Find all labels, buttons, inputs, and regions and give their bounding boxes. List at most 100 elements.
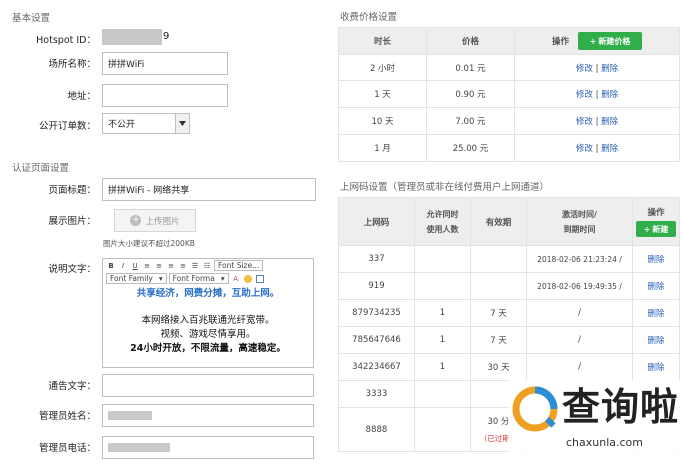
plus-icon: +	[589, 36, 597, 46]
delete-link[interactable]: 删除	[647, 336, 664, 346]
pricing-action-cell: 修改 | 删除	[514, 134, 680, 162]
public-orders-label: 公开订单数：	[38, 121, 96, 132]
public-orders-value: 不公开	[108, 120, 136, 130]
admin-phone-redacted	[108, 443, 170, 452]
pricing-action-cell: 修改 | 删除	[514, 107, 680, 135]
users-cell: 1	[414, 353, 471, 381]
address-input[interactable]	[102, 84, 228, 107]
pricing-header-price: 价格	[426, 27, 515, 55]
code-cell: 3333	[338, 380, 415, 408]
new-price-label: 新建价格	[598, 36, 631, 46]
pricing-header-row: 时长 价格 操作 + 新建价格	[338, 27, 680, 55]
align-right-icon[interactable]: ≡	[166, 261, 176, 271]
action-separator: |	[595, 63, 599, 74]
users-cell: 1	[414, 299, 471, 327]
table-row: 1 天 0.90 元 修改 | 删除	[338, 80, 680, 108]
action-separator: |	[595, 90, 599, 100]
code-cell: 337	[338, 245, 415, 273]
text-color-icon[interactable]: A	[231, 274, 241, 284]
font-format-label: Font Forma	[172, 274, 215, 283]
codes-header-row: 上网码 允许同时 使用人数 有效期 激活时间/ 到期时间 操作 + 新建	[338, 197, 680, 246]
edit-link[interactable]: 修改	[576, 64, 593, 74]
codes-header-code: 上网码	[338, 197, 415, 246]
table-row: 919 2018-02-06 19:49:35 / 删除	[338, 272, 680, 300]
public-orders-select[interactable]: 不公开	[102, 113, 190, 134]
align-center-icon[interactable]: ≡	[154, 261, 164, 271]
basic-settings-title: 基本设置	[12, 13, 51, 24]
emoticon-icon[interactable]	[243, 274, 253, 284]
delete-link[interactable]: 删除	[647, 282, 664, 292]
font-size-dropdown[interactable]: Font Size...	[214, 260, 264, 271]
access-code-settings-title: 上网码设置（管理员或非在线付费用户上网通道）	[340, 182, 550, 193]
bullet-list-icon[interactable]: ☰	[190, 261, 200, 271]
pricing-price-cell: 7.00 元	[426, 107, 515, 135]
codes-header-action-label: 操作	[647, 208, 665, 218]
page-title-input[interactable]: 拼拼WiFi - 网络共享	[102, 178, 316, 201]
watermark-brand: 查询啦	[562, 385, 680, 429]
validity-cell	[470, 272, 527, 300]
admin-phone-input[interactable]	[102, 436, 314, 459]
code-cell: 785647646	[338, 326, 415, 354]
pricing-action-cell: 修改 | 删除	[514, 80, 680, 108]
validity-cell: 7 天	[470, 326, 527, 354]
chevron-down-icon[interactable]	[175, 114, 189, 133]
editor-content[interactable]: 共享经济，网费分摊，互助上网。 本网络接入百兆联通光纤宽带。 视频、游戏尽情享用…	[103, 285, 313, 356]
users-cell: 1	[414, 326, 471, 354]
font-format-dropdown[interactable]: Font Forma ▾	[168, 273, 229, 284]
image-size-hint: 图片大小建议不超过200KB	[103, 239, 195, 248]
magnifier-logo-icon	[512, 386, 558, 432]
delete-link[interactable]: 删除	[601, 117, 618, 127]
edit-link[interactable]: 修改	[576, 90, 593, 100]
users-cell	[414, 272, 471, 300]
code-action-cell: 删除	[632, 299, 680, 327]
numbered-list-icon[interactable]: ☷	[202, 261, 212, 271]
new-code-button[interactable]: + 新建	[636, 221, 676, 237]
action-separator: |	[595, 117, 599, 127]
editor-toolbar-row-1: B I U ≡ ≡ ≡ ≡ ☰ ☷ Font Size...	[103, 259, 313, 272]
edit-link[interactable]: 修改	[576, 144, 593, 154]
venue-name-input[interactable]: 拼拼WiFi	[102, 52, 228, 75]
rich-text-editor[interactable]: B I U ≡ ≡ ≡ ≡ ☰ ☷ Font Size... Font Fami…	[102, 258, 314, 368]
address-label: 地址：	[67, 91, 96, 102]
upload-image-button[interactable]: + 上传图片	[114, 209, 196, 232]
codes-header-action: 操作 + 新建	[632, 197, 680, 246]
pricing-price-cell: 0.90 元	[426, 80, 515, 108]
code-cell: 879734235	[338, 299, 415, 327]
delete-link[interactable]: 删除	[601, 64, 618, 74]
underline-icon[interactable]: U	[130, 261, 140, 271]
delete-link[interactable]: 删除	[601, 144, 618, 154]
new-price-button[interactable]: + 新建价格	[577, 32, 642, 50]
font-family-dropdown[interactable]: Font Family ▾	[106, 273, 167, 284]
source-code-icon[interactable]	[255, 274, 265, 284]
editor-line-1: 共享经济，网费分摊，互助上网。	[136, 288, 280, 299]
codes-header-concurrent: 允许同时 使用人数	[414, 197, 471, 246]
time-cell: /	[526, 353, 633, 381]
hotspot-id-redacted	[102, 29, 162, 45]
align-justify-icon[interactable]: ≡	[178, 261, 188, 271]
watermark-logo: 查询啦 chaxunla.com	[508, 380, 680, 464]
code-action-cell: 删除	[632, 272, 680, 300]
chevron-down-icon: ▾	[158, 274, 163, 283]
italic-icon[interactable]: I	[118, 261, 128, 271]
pricing-price-cell: 0.01 元	[426, 54, 515, 81]
page-title-label: 页面标题：	[48, 185, 96, 196]
admin-name-input[interactable]	[102, 404, 314, 427]
hotspot-id-label: Hotspot ID：	[36, 35, 96, 46]
delete-link[interactable]: 删除	[647, 255, 664, 265]
codes-header-time-line1: 激活时间/	[562, 209, 597, 219]
delete-link[interactable]: 删除	[601, 90, 618, 100]
code-action-cell: 删除	[632, 326, 680, 354]
align-left-icon[interactable]: ≡	[142, 261, 152, 271]
pricing-table: 时长 价格 操作 + 新建价格 2 小时 0.01 元 修改 | 删除 1 天 …	[338, 27, 680, 162]
table-row: 337 2018-02-06 21:23:24 / 删除	[338, 245, 680, 273]
notice-text-input[interactable]	[102, 374, 314, 397]
editor-line-3: 视频、游戏尽情享用。	[160, 329, 256, 340]
users-cell	[414, 380, 471, 408]
time-cell: 2018-02-06 19:49:35 /	[526, 272, 633, 300]
editor-line-4: 24小时开放，不限流量，高速稳定。	[130, 343, 286, 354]
edit-link[interactable]: 修改	[576, 117, 593, 127]
delete-link[interactable]: 删除	[647, 309, 664, 319]
delete-link[interactable]: 删除	[647, 363, 664, 373]
table-row: 1 月 25.00 元 修改 | 删除	[338, 134, 680, 162]
bold-icon[interactable]: B	[106, 261, 116, 271]
